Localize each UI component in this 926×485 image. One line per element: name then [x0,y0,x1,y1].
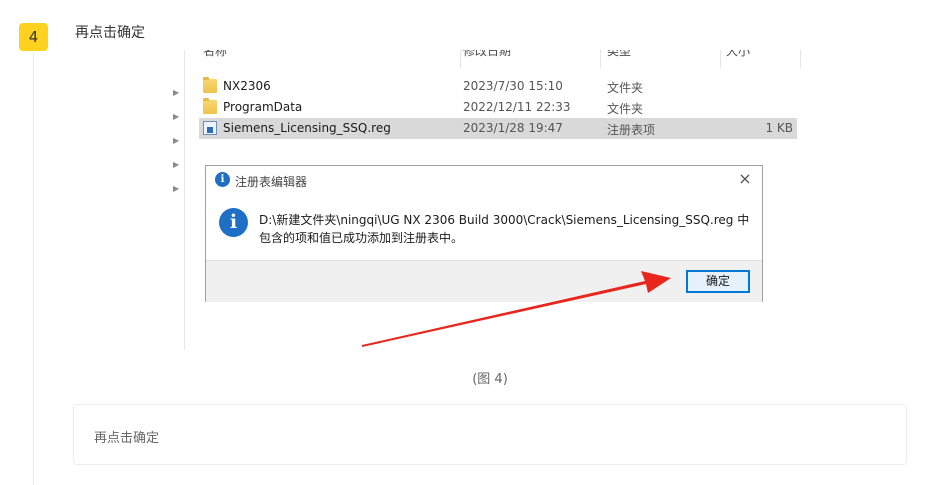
file-name: Siemens_Licensing_SSQ.reg [223,121,391,135]
file-name: ProgramData [223,100,303,114]
tree-expand-arrow-icon[interactable]: ▶ [173,113,181,121]
column-header-type[interactable]: 类型 [607,50,631,62]
dialog-message: D:\新建文件夹\ningqi\UG NX 2306 Build 3000\Cr… [259,213,750,245]
dialog-footer: 确定 [206,260,762,302]
note-text: 再点击确定 [94,431,160,446]
file-type: 注册表项 [607,123,656,137]
dialog-titlebar[interactable]: i 注册表编辑器 × [206,166,762,194]
file-row-selected[interactable]: Siemens_Licensing_SSQ.reg 2023/1/28 19:4… [199,118,797,139]
column-header-date[interactable]: 修改日期 [463,50,511,62]
figure-caption-wrap: (图 4) [0,368,926,387]
file-date: 2022/12/11 22:33 [463,100,571,114]
column-header-size[interactable]: 大小 [726,50,750,62]
file-type: 文件夹 [607,81,644,95]
column-divider [800,50,801,68]
figure-caption: (图 4) [472,372,508,387]
file-date: 2023/7/30 15:10 [463,79,563,93]
tree-expand-arrow-icon[interactable]: ▶ [173,137,181,145]
column-header-name[interactable]: 名称 [203,50,227,62]
tree-expand-arrow-icon[interactable]: ▶ [173,185,181,193]
file-date: 2023/1/28 19:47 [463,121,563,135]
file-name: NX2306 [223,79,271,93]
dialog-title: 注册表编辑器 [235,175,308,189]
file-row[interactable]: ProgramData 2022/12/11 22:33 文件夹 [199,97,797,118]
column-divider [600,50,601,68]
step-number-badge: 4 [19,23,48,51]
tree-expand-arrow-icon[interactable]: ▶ [173,89,181,97]
close-icon[interactable]: × [736,170,754,188]
timeline-line [33,52,34,485]
registry-file-icon [203,121,217,135]
ok-button[interactable]: 确定 [686,270,750,293]
step-title: 再点击确定 [75,25,145,41]
folder-icon [203,77,217,93]
note-box: 再点击确定 [73,404,907,465]
info-icon: i [219,208,248,237]
tree-expand-arrow-icon[interactable]: ▶ [173,161,181,169]
folder-icon [203,98,217,114]
info-icon: i [215,172,230,187]
file-type: 文件夹 [607,102,644,116]
file-row[interactable]: NX2306 2023/7/30 15:10 文件夹 [199,76,797,97]
registry-editor-dialog: i 注册表编辑器 × i D:\新建文件夹\ningqi\UG NX 2306 … [205,165,763,302]
column-divider [720,50,721,68]
tree-pane-divider [184,50,185,350]
column-divider [460,50,461,68]
file-size: 1 KB [765,121,793,135]
